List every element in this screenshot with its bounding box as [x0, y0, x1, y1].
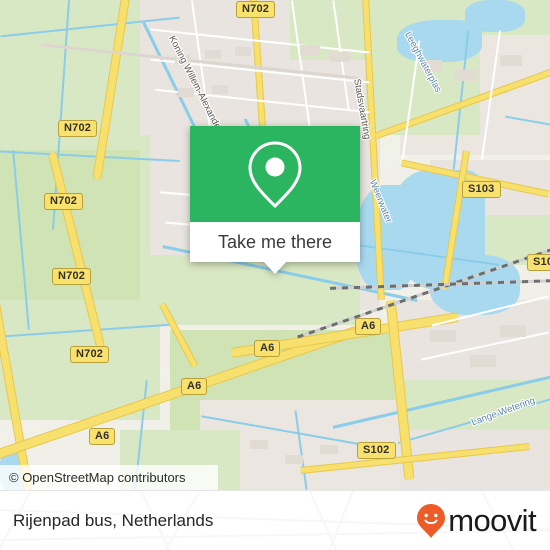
moovit-map-screenshot: Koning Willem-Alexanderwetering Leeghwate… [0, 0, 550, 550]
moovit-smiley-pin-icon [417, 503, 446, 538]
map-building [455, 70, 477, 81]
callout-icon-area [190, 126, 360, 222]
map-road-shield: A6 [89, 428, 116, 445]
map-building [330, 52, 350, 62]
map-building [430, 330, 456, 342]
map-road-shield: A6 [181, 378, 208, 395]
map-pin-icon [248, 141, 302, 209]
callout-pointer-tail [263, 261, 287, 274]
map-road-shield: A6 [254, 340, 281, 357]
map-water-leeghwaterplas [465, 0, 525, 32]
location-callout-card[interactable]: Take me there [190, 126, 360, 274]
map-building [285, 455, 303, 464]
page-footer: Rijenpad bus, Netherlands moovit [0, 490, 550, 550]
map-road-shield: N702 [70, 346, 110, 363]
moovit-wordmark: moovit [448, 503, 536, 538]
page-title: Rijenpad bus, Netherlands [13, 510, 214, 530]
map-building [500, 55, 522, 66]
osm-attribution-text: © OpenStreetMap contributors [9, 470, 186, 485]
osm-attribution-bar[interactable]: © OpenStreetMap contributors [0, 465, 218, 490]
map-road-shield: S102 [357, 442, 396, 459]
callout-action-area[interactable]: Take me there [190, 222, 360, 274]
map-road-shield: N702 [236, 1, 276, 18]
map-road-shield: S103 [527, 254, 550, 271]
map-building [320, 445, 338, 454]
map-building [205, 50, 221, 59]
map-road-shield: N702 [58, 120, 98, 137]
map-building [470, 355, 496, 367]
map-building [235, 47, 251, 56]
map-building [212, 85, 228, 94]
map-road-shield: S103 [462, 181, 501, 198]
map-building [500, 325, 526, 337]
map-road-shield: N702 [44, 193, 84, 210]
moovit-brand[interactable]: moovit [416, 503, 537, 539]
take-me-there-label: Take me there [217, 231, 333, 252]
map-building [300, 45, 320, 55]
map-road-shield: A6 [355, 318, 382, 335]
map-building [250, 440, 268, 449]
map-road-shield: N702 [52, 268, 92, 285]
